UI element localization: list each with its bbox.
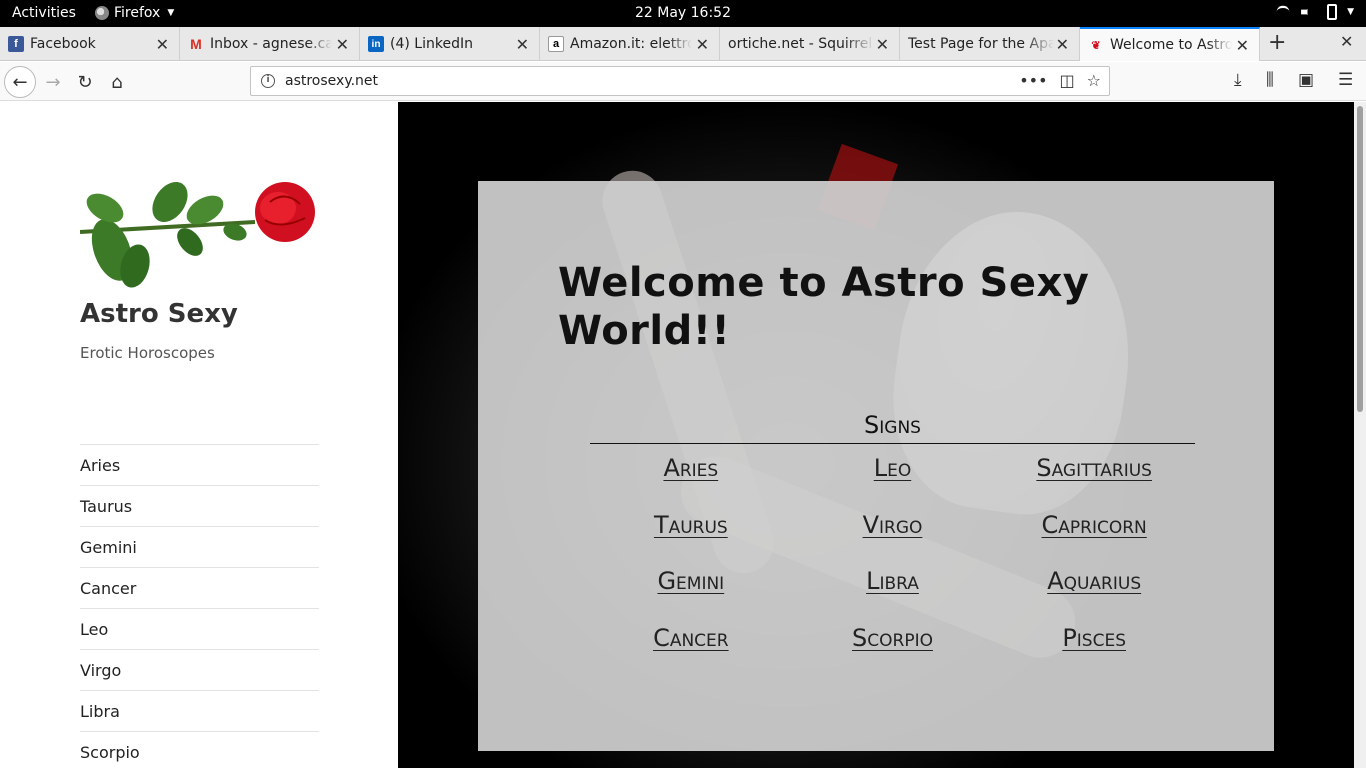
signs-grid: Aries Leo Sagittarius Taurus Virgo Capri… <box>590 444 1195 666</box>
page-scrollbar[interactable] <box>1354 102 1366 768</box>
sign-link-sagittarius[interactable]: Sagittarius <box>993 440 1195 497</box>
tab-title: (4) LinkedIn <box>390 36 473 52</box>
close-window-button[interactable]: ✕ <box>1340 32 1353 51</box>
tab-title: Test Page for the Apa <box>908 36 1054 52</box>
sidebar-item-leo[interactable]: Leo <box>80 608 319 649</box>
home-button[interactable]: ⌂ <box>104 69 130 95</box>
tab-title: Welcome to Astro <box>1110 37 1232 53</box>
signs-table: Signs Aries Leo Sagittarius Taurus Virgo… <box>590 407 1195 666</box>
app-name: Firefox <box>114 5 161 21</box>
close-icon[interactable]: ✕ <box>876 35 889 54</box>
gmail-icon: M <box>190 36 202 52</box>
tab-title: Facebook <box>30 36 96 52</box>
sign-link-gemini[interactable]: Gemini <box>590 553 792 610</box>
page-content: Astro Sexy Erotic Horoscopes Aries Tauru… <box>0 102 1366 768</box>
sidebar-item-gemini[interactable]: Gemini <box>80 526 319 567</box>
sidebar-item-libra[interactable]: Libra <box>80 690 319 731</box>
sign-link-capricorn[interactable]: Capricorn <box>993 497 1195 554</box>
close-icon[interactable]: ✕ <box>336 35 349 54</box>
facebook-icon: f <box>8 36 24 52</box>
tab-squirrelmail[interactable]: ortiche.net - Squirrel ✕ <box>720 27 900 61</box>
close-icon[interactable]: ✕ <box>1056 35 1069 54</box>
library-icon[interactable]: ⫼ <box>1266 70 1274 90</box>
close-icon[interactable]: ✕ <box>696 35 709 54</box>
page-actions: ••• ◫ ☆ <box>1019 71 1101 90</box>
url-text[interactable]: astrosexy.net <box>285 73 378 89</box>
hamburger-menu-icon[interactable]: ☰ <box>1338 70 1353 90</box>
clock[interactable]: 22 May 16:52 <box>0 5 1366 21</box>
sidebar-item-aries[interactable]: Aries <box>80 444 319 485</box>
sidebar-item-scorpio[interactable]: Scorpio <box>80 731 319 772</box>
scrollbar-thumb[interactable] <box>1357 106 1363 412</box>
linkedin-icon: in <box>368 36 384 52</box>
close-icon[interactable]: ✕ <box>156 35 169 54</box>
sign-link-taurus[interactable]: Taurus <box>590 497 792 554</box>
tab-title: Amazon.it: elettro <box>570 36 692 52</box>
sidebar-item-virgo[interactable]: Virgo <box>80 649 319 690</box>
close-icon[interactable]: ✕ <box>516 35 529 54</box>
chevron-down-icon: ▼ <box>1347 7 1354 17</box>
sidebar-item-cancer[interactable]: Cancer <box>80 567 319 608</box>
chevron-down-icon: ▼ <box>167 8 175 18</box>
back-button[interactable]: ← <box>4 66 36 98</box>
signs-table-header: Signs <box>590 407 1195 444</box>
tab-title: Inbox - agnese.car <box>210 36 332 52</box>
tab-strip: f Facebook ✕ M Inbox - agnese.car ✕ in (… <box>0 27 1366 61</box>
site-description: Erotic Horoscopes <box>80 344 215 362</box>
close-icon[interactable]: ✕ <box>1236 36 1249 55</box>
welcome-panel: Welcome to Astro Sexy World!! Signs Arie… <box>478 181 1274 751</box>
firefox-icon <box>95 6 109 20</box>
activities-button[interactable]: Activities <box>12 5 76 21</box>
sign-link-scorpio[interactable]: Scorpio <box>792 610 994 667</box>
site-info-icon[interactable]: i <box>261 74 275 88</box>
rose-icon: ❦ <box>1091 39 1101 52</box>
rose-logo[interactable] <box>80 180 318 290</box>
tab-title: ortiche.net - Squirrel <box>728 36 873 52</box>
volume-muted-icon <box>1301 4 1313 20</box>
system-top-bar: Activities Firefox ▼ 22 May 16:52 ▼ <box>0 0 1366 27</box>
page-heading: Welcome to Astro Sexy World!! <box>558 260 1090 354</box>
system-status-area[interactable]: ▼ <box>1275 4 1354 20</box>
reload-button[interactable]: ↻ <box>72 69 98 95</box>
forward-button[interactable]: → <box>40 69 66 95</box>
app-menu[interactable]: Firefox ▼ <box>95 5 174 21</box>
site-title[interactable]: Astro Sexy <box>80 299 238 329</box>
battery-icon <box>1327 4 1338 20</box>
pocket-icon[interactable]: ◫ <box>1060 71 1075 90</box>
wifi-icon <box>1276 5 1290 19</box>
tab-facebook[interactable]: f Facebook ✕ <box>0 27 180 61</box>
new-tab-button[interactable]: + <box>1268 30 1286 55</box>
sidebar-menu: Aries Taurus Gemini Cancer Leo Virgo Lib… <box>80 444 319 772</box>
hero-background-image: Welcome to Astro Sexy World!! Signs Arie… <box>398 102 1354 768</box>
sign-link-virgo[interactable]: Virgo <box>792 497 994 554</box>
sidebar-toggle-icon[interactable]: ▣ <box>1298 70 1314 90</box>
tab-gmail[interactable]: M Inbox - agnese.car ✕ <box>180 27 360 61</box>
download-icon[interactable]: ⤓ <box>1234 70 1242 90</box>
sidebar-item-taurus[interactable]: Taurus <box>80 485 319 526</box>
sign-link-leo[interactable]: Leo <box>792 440 994 497</box>
tab-apache-test[interactable]: Test Page for the Apa ✕ <box>900 27 1080 61</box>
tab-amazon[interactable]: a Amazon.it: elettro ✕ <box>540 27 720 61</box>
sign-link-libra[interactable]: Libra <box>792 553 994 610</box>
sign-link-aquarius[interactable]: Aquarius <box>993 553 1195 610</box>
bookmark-star-icon[interactable]: ☆ <box>1087 71 1101 90</box>
tab-astrosexy[interactable]: ❦ Welcome to Astro ✕ <box>1080 27 1260 61</box>
sign-link-cancer[interactable]: Cancer <box>590 610 792 667</box>
sign-link-pisces[interactable]: Pisces <box>993 610 1195 667</box>
more-actions-icon[interactable]: ••• <box>1019 71 1047 90</box>
site-sidebar: Astro Sexy Erotic Horoscopes Aries Tauru… <box>0 102 398 768</box>
navigation-toolbar: ← → ↻ ⌂ i astrosexy.net ••• ◫ ☆ ⤓ ⫼ ▣ ☰ <box>0 62 1366 101</box>
tab-linkedin[interactable]: in (4) LinkedIn ✕ <box>360 27 540 61</box>
amazon-icon: a <box>548 36 564 52</box>
url-bar[interactable]: i astrosexy.net ••• ◫ ☆ <box>250 66 1110 96</box>
sign-link-aries[interactable]: Aries <box>590 440 792 497</box>
